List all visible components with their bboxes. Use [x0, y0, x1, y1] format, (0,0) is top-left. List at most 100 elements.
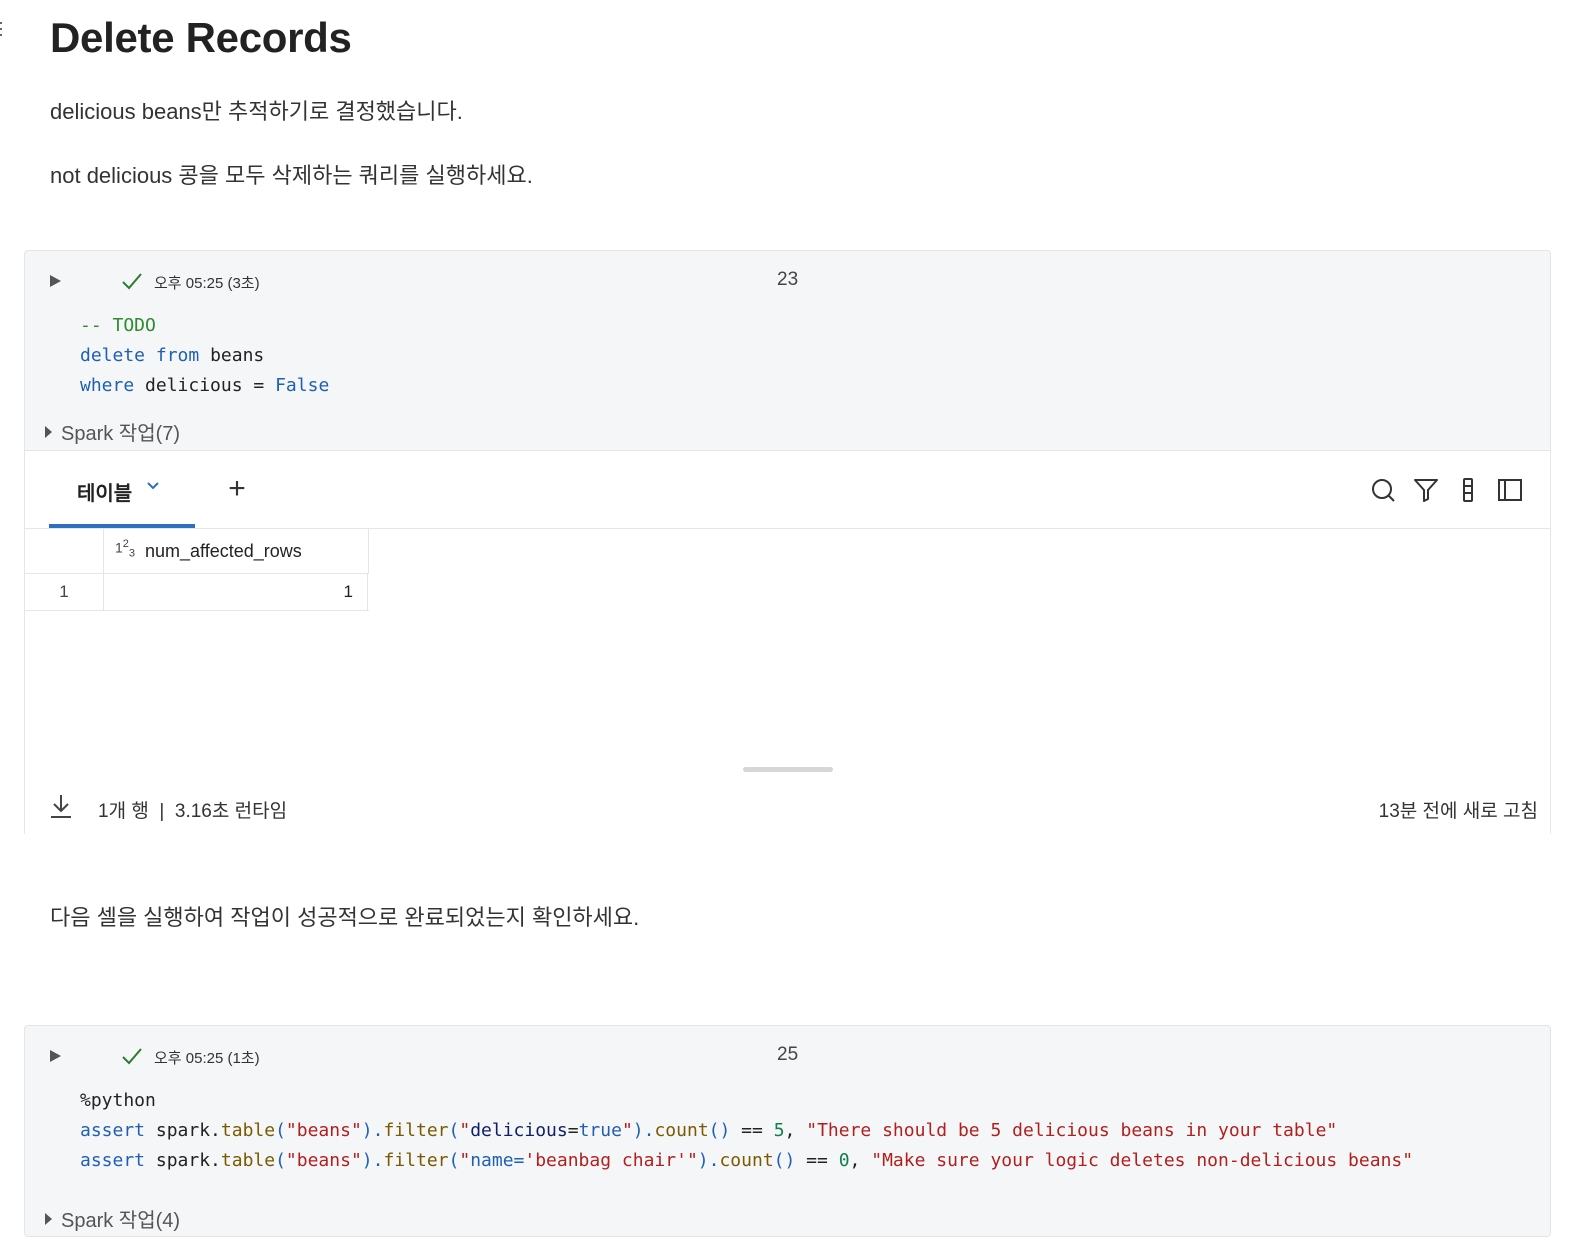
results-footer: 1개 행 | 3.16초 런타임 13분 전에 새로 고침	[25, 781, 1550, 837]
row-count: 1개 행	[98, 801, 149, 822]
code-method: filter	[383, 1150, 449, 1171]
code-string: "	[621, 1120, 633, 1141]
refresh-time: 13분 전에 새로 고침	[1378, 801, 1538, 822]
code-paren: (	[275, 1120, 286, 1141]
code-number: 0	[838, 1150, 850, 1171]
drag-handle-icon[interactable]	[0, 22, 6, 46]
check-icon	[121, 1046, 143, 1066]
cell-header: 오후 05:25 (3초) 23	[25, 251, 1550, 311]
chevron-down-icon[interactable]	[146, 479, 160, 493]
expand-triangle-icon	[45, 426, 52, 438]
play-icon	[50, 275, 61, 287]
table-cell[interactable]: 1	[103, 573, 368, 610]
runtime-text: 3.16초 런타임	[174, 801, 288, 822]
code-text: beans	[210, 345, 265, 366]
resize-handle[interactable]	[743, 767, 833, 772]
paragraph-1: delicious beans만 추적하기로 결정했습니다.	[50, 99, 463, 124]
code-paren: ).	[632, 1120, 655, 1141]
table-row: 1 1	[25, 573, 369, 611]
code-keyword: delete	[80, 345, 146, 366]
code-text: spark.	[145, 1150, 221, 1171]
code-keyword: where	[80, 375, 135, 396]
code-method: table	[220, 1150, 276, 1171]
paragraph-2: not delicious 콩을 모두 삭제하는 쿼리를 실행하세요.	[50, 163, 533, 188]
run-time: 오후 05:25 (1초)	[154, 1050, 260, 1067]
code-number: 5	[773, 1120, 785, 1141]
code-paren: (	[448, 1150, 460, 1171]
tab-table-label: 테이블	[77, 483, 133, 505]
spark-jobs-toggle[interactable]: Spark 작업(7)	[45, 417, 180, 446]
code-text: ,	[784, 1120, 807, 1141]
results-panel: 테이블 + 123 num_affected_rows 1 1 1개 행 | 3…	[25, 450, 1550, 837]
code-editor[interactable]: -- TODO delete from beans where deliciou…	[80, 311, 329, 401]
row-number: 1	[25, 573, 104, 610]
code-string: "beans"	[285, 1150, 362, 1171]
download-icon[interactable]	[49, 793, 73, 819]
code-keyword: assert	[80, 1120, 146, 1141]
code-paren: ()	[708, 1120, 731, 1141]
run-cell-button[interactable]	[49, 273, 63, 289]
tab-table[interactable]: 테이블	[49, 451, 195, 528]
cell-number: 25	[777, 1044, 799, 1065]
spark-jobs-toggle[interactable]: Spark 작업(4)	[45, 1204, 180, 1233]
page-title: Delete Records	[50, 14, 352, 61]
column-name: num_affected_rows	[145, 541, 302, 561]
code-text: delicious =	[145, 375, 265, 396]
code-string: "Make sure your logic deletes non-delici…	[871, 1150, 1414, 1171]
code-paren: ).	[361, 1120, 384, 1141]
code-text: spark.	[145, 1120, 221, 1141]
check-icon	[121, 271, 143, 291]
code-cell-sql[interactable]: 오후 05:25 (3초) 23 -- TODO delete from bea…	[24, 250, 1551, 837]
code-string: delicious	[470, 1120, 568, 1141]
code-string: true	[578, 1120, 622, 1141]
spark-jobs-label: Spark 작업(7)	[61, 423, 181, 445]
code-operator: ==	[730, 1120, 774, 1141]
footer-separator: |	[159, 801, 165, 822]
play-icon	[50, 1050, 61, 1062]
integer-type-icon: 123	[115, 538, 136, 560]
code-editor[interactable]: %python assert spark.table("beans").filt…	[80, 1086, 1413, 1176]
run-time: 오후 05:25 (3초)	[154, 275, 260, 292]
search-icon[interactable]	[1371, 477, 1397, 503]
run-cell-button[interactable]	[49, 1048, 63, 1064]
code-string: "beans"	[285, 1120, 362, 1141]
code-text: ,	[849, 1150, 872, 1171]
code-operator: ==	[795, 1150, 839, 1171]
expand-triangle-icon	[45, 1213, 52, 1225]
paragraph-3: 다음 셀을 실행하여 작업이 성공적으로 완료되었는지 확인하세요.	[50, 905, 640, 930]
add-visualization-button[interactable]: +	[223, 471, 251, 507]
column-header[interactable]: 123 num_affected_rows	[103, 528, 369, 573]
code-paren: ).	[697, 1150, 720, 1171]
code-method: table	[220, 1120, 276, 1141]
code-string: "	[686, 1150, 698, 1171]
code-string: name=	[470, 1150, 525, 1171]
code-comment: -- TODO	[80, 315, 156, 336]
cell-header: 오후 05:25 (1초) 25	[25, 1026, 1550, 1086]
column-settings-icon[interactable]	[1455, 477, 1481, 503]
filter-icon[interactable]	[1413, 477, 1439, 503]
code-method: count	[719, 1150, 774, 1171]
code-keyword: assert	[80, 1150, 146, 1171]
code-paren: ()	[773, 1150, 796, 1171]
footer-summary: 1개 행 | 3.16초 런타임	[98, 796, 287, 823]
code-cell-python[interactable]: 오후 05:25 (1초) 25 %python assert spark.ta…	[24, 1025, 1551, 1237]
code-paren: ).	[361, 1150, 384, 1171]
code-string: 'beanbag chair'	[524, 1150, 687, 1171]
code-magic: %python	[80, 1090, 156, 1111]
code-keyword: from	[155, 345, 200, 366]
code-method: count	[654, 1120, 709, 1141]
results-tab-bar: 테이블 +	[25, 451, 1550, 529]
spark-jobs-label: Spark 작업(4)	[61, 1210, 181, 1232]
cell-number: 23	[777, 269, 799, 290]
code-keyword: False	[275, 375, 330, 396]
code-paren: (	[275, 1150, 286, 1171]
sidebar-panel-icon[interactable]	[1497, 477, 1523, 503]
code-method: filter	[383, 1120, 449, 1141]
table-header: 123 num_affected_rows	[25, 528, 369, 574]
code-string: "	[459, 1120, 471, 1141]
code-string: =	[567, 1120, 579, 1141]
row-number-header	[25, 528, 104, 573]
code-paren: (	[448, 1120, 460, 1141]
code-string: "There should be 5 delicious beans in yo…	[806, 1120, 1338, 1141]
code-string: "	[459, 1150, 471, 1171]
